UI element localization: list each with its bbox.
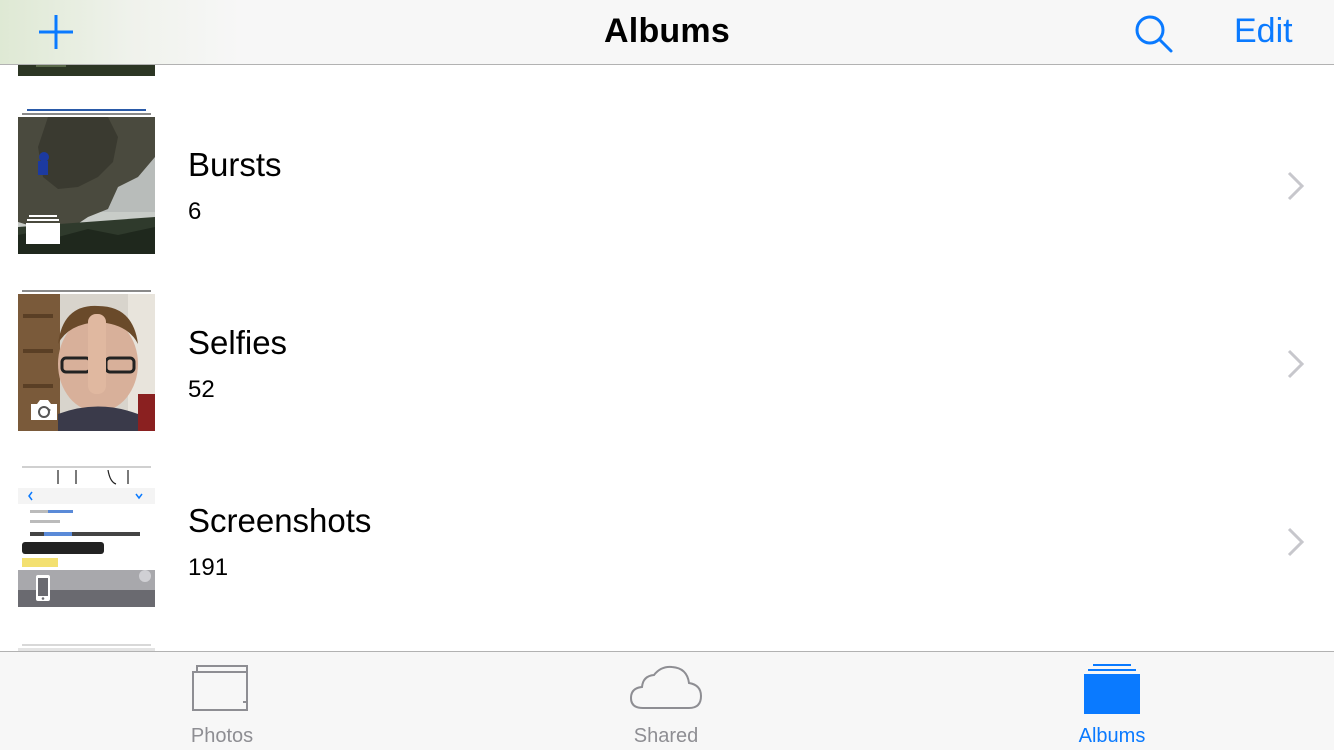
album-thumbnail [18,470,155,607]
iphone-icon [36,575,50,601]
album-row-screenshots[interactable]: Screenshots 191 [0,454,1334,632]
tab-label: Shared [633,725,699,747]
tab-label: Albums [1078,725,1146,747]
album-list[interactable]: Bursts 6 Selfies 52 Screenshots 191 [0,0,1334,750]
stack-line [22,290,151,292]
album-row-selfies[interactable]: Selfies 52 [0,276,1334,454]
chevron-right-icon [1287,171,1305,201]
burst-icon [26,215,60,244]
front-camera-icon [31,400,57,420]
tab-photos[interactable]: Photos [122,652,322,750]
tab-label: Photos [190,725,254,747]
photos-stack-icon [192,665,248,711]
navigation-bar: Albums Edit [0,0,1334,65]
tab-bar: Photos Shared Albums [0,651,1334,750]
album-count: 52 [188,376,215,403]
album-thumbnail [18,294,155,431]
album-title: Screenshots [188,502,372,539]
chevron-right-icon [1287,527,1305,557]
stack-line [22,644,151,646]
album-thumbnail-stack [18,290,155,435]
album-row-partial-bottom[interactable] [18,642,155,651]
album-thumbnail-stack [18,466,155,611]
cloud-icon [629,665,703,709]
stack-line [22,466,151,468]
albums-stack-icon [1084,664,1140,714]
album-thumbnail-stack [18,106,155,256]
stack-line [22,113,151,115]
edit-button[interactable]: Edit [1234,12,1293,51]
chevron-right-icon [1287,349,1305,379]
stack-line [27,109,146,111]
photos-app-screen: Bursts 6 Selfies 52 Screenshots 191 Albu… [0,0,1334,750]
album-count: 191 [188,554,229,581]
album-title: Selfies [188,324,288,361]
tab-albums[interactable]: Albums [1012,652,1212,750]
tab-shared[interactable]: Shared [566,652,766,750]
album-thumbnail [18,117,155,254]
search-icon[interactable] [1130,10,1176,56]
album-row-bursts[interactable]: Bursts 6 [0,98,1334,276]
album-count: 6 [188,198,202,225]
album-title: Bursts [188,146,282,183]
